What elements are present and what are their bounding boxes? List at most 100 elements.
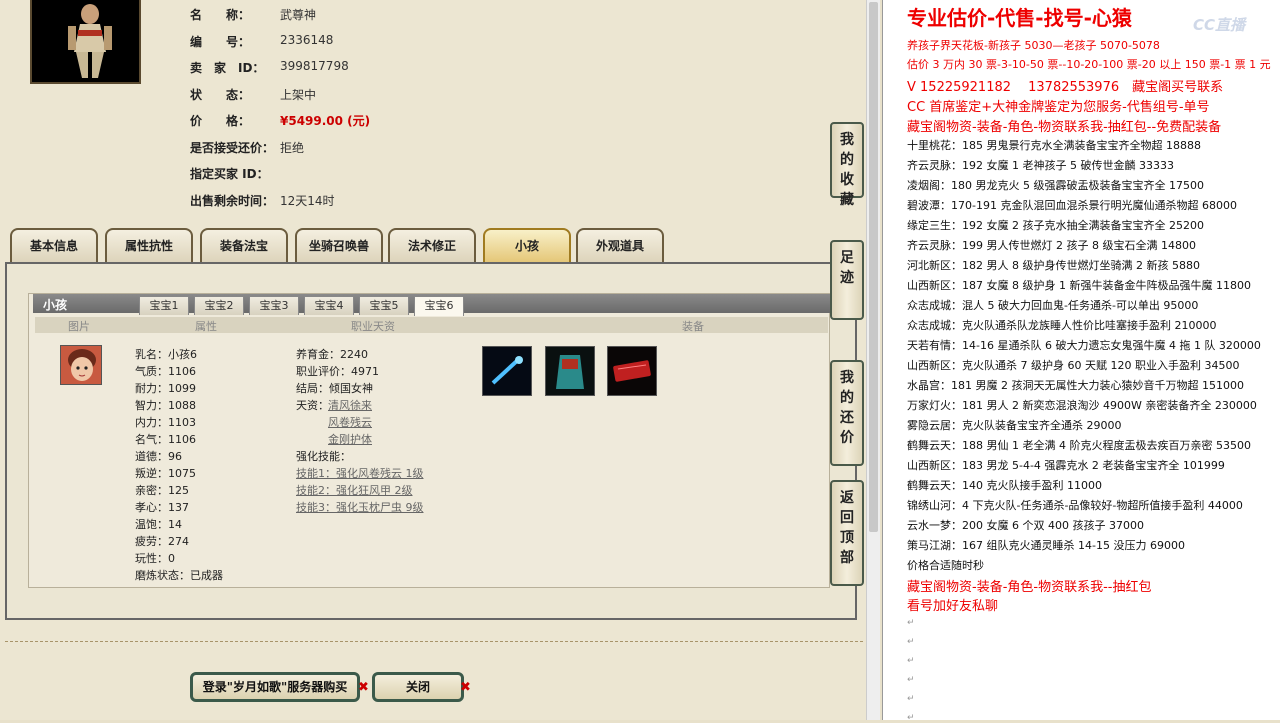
side-button-3[interactable]: 返回顶部 [830, 480, 864, 586]
subtab-baby-4[interactable]: 宝宝4 [304, 296, 354, 315]
watermark: CC直播 [1193, 16, 1246, 34]
info-key: 价 格： [190, 114, 251, 128]
character-portrait [30, 0, 141, 84]
child-panel-title: 小孩 [43, 298, 68, 312]
info-key: 卖 家 ID： [190, 61, 265, 75]
side-button-1[interactable]: 足迹 [830, 240, 864, 320]
ad-line: 齐云灵脉：199 男人传世燃灯 2 孩子 8 级宝石全满 14800 [907, 239, 1196, 252]
equip-slot-2[interactable] [545, 346, 595, 396]
attr-row: 乳名：小孩6 [135, 348, 197, 361]
ad-line: 云水一梦：200 女魔 6 个双 400 孩孩子 37000 [907, 519, 1144, 532]
tab-3[interactable]: 坐骑召唤兽 [295, 228, 383, 262]
scrollbar[interactable] [866, 0, 880, 720]
ad-line: 齐云灵脉：192 女魔 1 老神孩子 5 破传世金麟 33333 [907, 159, 1174, 172]
info-key: 名 称： [190, 8, 251, 22]
info-row: 名 称： 武尊神 [190, 6, 316, 23]
col-equip: 装备 [682, 320, 704, 333]
ad-line: 藏宝阁物资-装备-角色-物资联系我--抽红包 [907, 580, 1152, 595]
attr-row: 疲劳：274 [135, 535, 189, 548]
divider [5, 641, 863, 642]
attr-row: 磨炼状态：已成器 [135, 569, 223, 582]
subtab-baby-1[interactable]: 宝宝1 [139, 296, 189, 315]
return-mark: ↵ [907, 694, 915, 704]
ad-line: 鹤舞云天：188 男仙 1 老全满 4 阶克火程度盂极去疾百万亲密 53500 [907, 439, 1251, 452]
ad-line: 山西新区：克火队通杀 7 级护身 60 天赋 120 职业入手盈利 34500 [907, 359, 1240, 372]
skill-link[interactable]: 技能2：强化狂风甲 2级 [296, 482, 413, 498]
ad-line: CC 首席鉴定+大神金牌鉴定为您服务-代售组号-单号 [907, 100, 1210, 115]
ad-line: 众志成城：混人 5 破大力回血鬼-任务通杀-可以单出 95000 [907, 299, 1199, 312]
ad-line: 山西新区：183 男龙 5-4-4 强霹克水 2 老装备宝宝齐全 101999 [907, 459, 1225, 472]
info-row: 出售剩余时间： 12天14时 [190, 192, 335, 209]
return-mark: ↵ [907, 656, 915, 666]
skill-link[interactable]: 技能1：强化风卷残云 1级 [296, 465, 424, 481]
eval-row: 职业评价：4971 [296, 365, 379, 378]
tab-1[interactable]: 属性抗性 [105, 228, 193, 262]
subtab-baby-3[interactable]: 宝宝3 [249, 296, 299, 315]
attr-row: 道德：96 [135, 450, 182, 463]
subtab-baby-6[interactable]: 宝宝6 [414, 296, 464, 316]
login-buy-button[interactable]: 登录"岁月如歌"服务器购买 [190, 672, 360, 702]
ad-line: 凌烟阁：180 男龙克火 5 级强霹破盂极装备宝宝齐全 17500 [907, 179, 1204, 192]
attr-row: 叛逆：1075 [135, 467, 196, 480]
skill-label: 强化技能： [296, 450, 351, 463]
attr-row: 亲密：125 [135, 484, 189, 497]
talent-link[interactable]: 金刚护体 [328, 431, 372, 447]
info-value: 2336148 [280, 33, 334, 47]
scrollbar-thumb[interactable] [869, 2, 878, 532]
attr-row: 耐力：1099 [135, 382, 196, 395]
tab-0[interactable]: 基本信息 [10, 228, 98, 262]
ad-line: 山西新区：187 女魔 8 级护身 1 新强牛装备金牛阵极品强牛魔 11800 [907, 279, 1251, 292]
info-row: 是否接受还价： 拒绝 [190, 139, 304, 156]
ad-line: 养孩子界天花板-新孩子 5030—老孩子 5070-5078 [907, 39, 1160, 52]
ad-line: 价格合适随时秒 [907, 559, 984, 572]
return-mark: ↵ [907, 675, 915, 685]
subtab-baby-5[interactable]: 宝宝5 [359, 296, 409, 315]
tab-2[interactable]: 装备法宝 [200, 228, 288, 262]
info-key: 编 号： [190, 35, 251, 49]
attr-row: 智力：1088 [135, 399, 196, 412]
attr-row: 孝心：137 [135, 501, 189, 514]
side-button-2[interactable]: 我的还价 [830, 360, 864, 466]
ad-line: 碧波潭：170-191 克金队混回血混杀景行明光魔仙通杀物超 68000 [907, 199, 1237, 212]
attr-row: 玩性：0 [135, 552, 175, 565]
col-attr: 属性 [195, 320, 217, 333]
ad-line: 众志成城：克火队通杀队龙族睡人性价比哇塞接手盈利 210000 [907, 319, 1217, 332]
info-key: 指定买家 ID： [190, 167, 269, 181]
ad-line: 鹤舞云天：140 克火队接手盈利 11000 [907, 479, 1102, 492]
subtab-baby-2[interactable]: 宝宝2 [194, 296, 244, 315]
ending-row: 结局：倾国女神 [296, 382, 373, 395]
tab-6[interactable]: 外观道具 [576, 228, 664, 262]
info-value: 399817798 [280, 59, 349, 73]
side-button-0[interactable]: 我的收藏 [830, 122, 864, 208]
ad-line: V 15225921182 13782553976 藏宝阁买号联系 [907, 80, 1224, 95]
info-value: ¥5499.00 (元) [280, 114, 371, 128]
info-row: 价 格： ¥5499.00 (元) [190, 112, 370, 129]
ad-line: 天若有情：14-16 星通杀队 6 破大力遗忘女鬼强牛魔 4 拖 1 队 320… [907, 339, 1261, 352]
ad-title: 专业估价-代售-找号-心猿 [907, 6, 1132, 30]
child-portrait [60, 345, 102, 385]
ad-line: 策马江湖：167 组队克火通灵睡杀 14-15 没压力 69000 [907, 539, 1185, 552]
tab-5[interactable]: 小孩 [483, 228, 571, 262]
equip-slot-1[interactable] [482, 346, 532, 396]
ad-line: 十里桃花：185 男鬼景行克水全满装备宝宝齐全物超 18888 [907, 139, 1201, 152]
attr-row: 气质：1106 [135, 365, 196, 378]
attr-row: 内力：1103 [135, 416, 196, 429]
equip-slot-3[interactable] [607, 346, 657, 396]
item-detail-panel: 名 称： 武尊神编 号： 2336148 卖 家 ID： 399817798 状 态： 上架… [0, 0, 866, 720]
ad-line: 藏宝阁物资-装备-角色-物资联系我-抽红包--免费配装备 [907, 120, 1222, 135]
talent-link[interactable]: 清风徐来 [328, 397, 372, 413]
close-button[interactable]: 关闭 [372, 672, 464, 702]
talent-link[interactable]: 风卷残云 [328, 414, 372, 430]
info-value: 上架中 [280, 88, 317, 102]
tab-4[interactable]: 法术修正 [388, 228, 476, 262]
column-headers: 图片 属性 职业天资 装备 [35, 317, 828, 333]
info-key: 是否接受还价： [190, 141, 275, 155]
ad-line: 看号加好友私聊 [907, 599, 999, 614]
attr-row: 温饱：14 [135, 518, 182, 531]
skill-link[interactable]: 技能3：强化玉枕尸虫 9级 [296, 499, 424, 515]
info-value: 12天14时 [280, 194, 335, 208]
return-mark: ↵ [907, 618, 915, 628]
info-row: 卖 家 ID： 399817798 [190, 59, 349, 76]
info-row: 指定买家 ID： [190, 165, 269, 182]
info-key: 状 态： [190, 88, 251, 102]
